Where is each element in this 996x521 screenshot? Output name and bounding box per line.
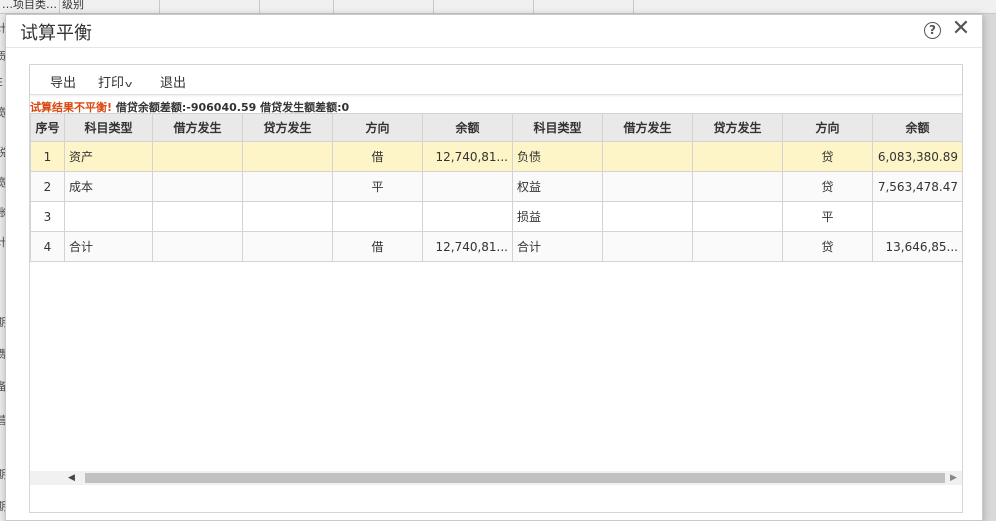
background-glyph: E	[0, 76, 3, 89]
cell-credit[interactable]	[692, 171, 783, 202]
cell-direction[interactable]: 贷	[782, 171, 873, 202]
cell-account-type[interactable]: 权益	[512, 171, 603, 202]
background-header-cell: 级别	[60, 0, 160, 14]
cell-credit[interactable]	[692, 201, 783, 232]
cell-direction[interactable]: 借	[332, 231, 423, 262]
cell-credit[interactable]	[242, 171, 333, 202]
background-header-cell: …项目类…	[0, 0, 60, 14]
cell-credit[interactable]	[242, 231, 333, 262]
toolbar: 导出 打印v 退出	[30, 65, 962, 95]
background-header-row: …项目类… 级别	[0, 0, 996, 14]
cell-account-type[interactable]: 合计	[64, 231, 153, 262]
background-header-cell	[160, 0, 260, 14]
background-header-cell	[260, 0, 334, 14]
table-row[interactable]: 2 成本 平 权益 贷 7,563,478.47	[30, 171, 963, 202]
cell-credit[interactable]	[242, 141, 333, 172]
column-header[interactable]: 贷方发生	[692, 113, 783, 142]
cell-direction[interactable]	[332, 201, 423, 232]
print-button-label: 打印	[98, 76, 125, 91]
column-header[interactable]: 科目类型	[64, 113, 153, 142]
print-button[interactable]: 打印v	[98, 72, 133, 91]
column-header[interactable]: 方向	[332, 113, 423, 142]
cell-debit[interactable]	[602, 141, 693, 172]
cell-debit[interactable]	[602, 171, 693, 202]
chevron-down-icon: v	[124, 80, 133, 90]
cell-account-type[interactable]: 负债	[512, 141, 603, 172]
cell-credit[interactable]	[242, 201, 333, 232]
cell-index[interactable]: 2	[30, 171, 65, 202]
cell-direction[interactable]: 贷	[782, 231, 873, 262]
cell-balance[interactable]: 12,740,81...	[422, 231, 513, 262]
table-row[interactable]: 3 损益 平	[30, 201, 963, 232]
cell-debit[interactable]	[152, 201, 243, 232]
table-header-row: 序号 科目类型 借方发生 贷方发生 方向 余额 科目类型 借方发生 贷方发生 方…	[30, 113, 963, 142]
cell-debit[interactable]	[602, 231, 693, 262]
cell-account-type[interactable]: 资产	[64, 141, 153, 172]
exit-button[interactable]: 退出	[160, 72, 186, 91]
trial-balance-dialog: 试算平衡 ? ✕ 导出 打印v 退出 试算结果不平衡! 借贷余额差额:-9060…	[5, 14, 983, 521]
cell-balance[interactable]: 13,646,85...	[872, 231, 963, 262]
cell-debit[interactable]	[152, 171, 243, 202]
column-header[interactable]: 借方发生	[602, 113, 693, 142]
scroll-left-arrow-icon[interactable]: ◀	[68, 473, 75, 483]
cell-account-type[interactable]: 损益	[512, 201, 603, 232]
cell-debit[interactable]	[152, 141, 243, 172]
background-header-cell	[434, 0, 534, 14]
cell-direction[interactable]: 借	[332, 141, 423, 172]
cell-debit[interactable]	[152, 231, 243, 262]
column-header[interactable]: 序号	[30, 113, 65, 142]
content-panel: 导出 打印v 退出 试算结果不平衡! 借贷余额差额:-906040.59 借贷发…	[29, 64, 963, 513]
cell-index[interactable]: 1	[30, 141, 65, 172]
close-icon[interactable]: ✕	[950, 18, 972, 42]
column-header[interactable]: 余额	[872, 113, 963, 142]
cell-balance[interactable]	[422, 171, 513, 202]
dialog-title: 试算平衡	[20, 23, 92, 44]
cell-balance[interactable]: 7,563,478.47	[872, 171, 963, 202]
cell-debit[interactable]	[602, 201, 693, 232]
cell-direction[interactable]: 平	[782, 201, 873, 232]
cell-index[interactable]: 4	[30, 231, 65, 262]
help-icon[interactable]: ?	[924, 22, 941, 39]
column-header[interactable]: 借方发生	[152, 113, 243, 142]
cell-balance[interactable]: 6,083,380.89	[872, 141, 963, 172]
table-row[interactable]: 1 资产 借 12,740,81... 负债 贷 6,083,380.89	[30, 141, 963, 172]
cell-index[interactable]: 3	[30, 201, 65, 232]
column-header[interactable]: 方向	[782, 113, 873, 142]
cell-direction[interactable]: 平	[332, 171, 423, 202]
dialog-header: 试算平衡 ? ✕	[6, 15, 982, 48]
cell-account-type[interactable]: 成本	[64, 171, 153, 202]
cell-balance[interactable]	[422, 201, 513, 232]
cell-balance[interactable]	[872, 201, 963, 232]
export-button[interactable]: 导出	[50, 72, 76, 91]
cell-credit[interactable]	[692, 141, 783, 172]
scroll-right-arrow-icon[interactable]: ▶	[950, 473, 957, 483]
table-row[interactable]: 4 合计 借 12,740,81... 合计 贷 13,646,85...	[30, 231, 963, 262]
column-header[interactable]: 科目类型	[512, 113, 603, 142]
background-header-cell	[334, 0, 434, 14]
cell-balance[interactable]: 12,740,81...	[422, 141, 513, 172]
cell-direction[interactable]: 贷	[782, 141, 873, 172]
column-header[interactable]: 贷方发生	[242, 113, 333, 142]
scrollbar-thumb[interactable]	[85, 473, 945, 483]
cell-account-type[interactable]	[64, 201, 153, 232]
background-header-cell	[534, 0, 634, 14]
cell-credit[interactable]	[692, 231, 783, 262]
column-header[interactable]: 余额	[422, 113, 513, 142]
horizontal-scrollbar[interactable]: ◀ ▶	[30, 471, 962, 485]
trial-balance-table: 序号 科目类型 借方发生 贷方发生 方向 余额 科目类型 借方发生 贷方发生 方…	[30, 113, 963, 262]
cell-account-type[interactable]: 合计	[512, 231, 603, 262]
